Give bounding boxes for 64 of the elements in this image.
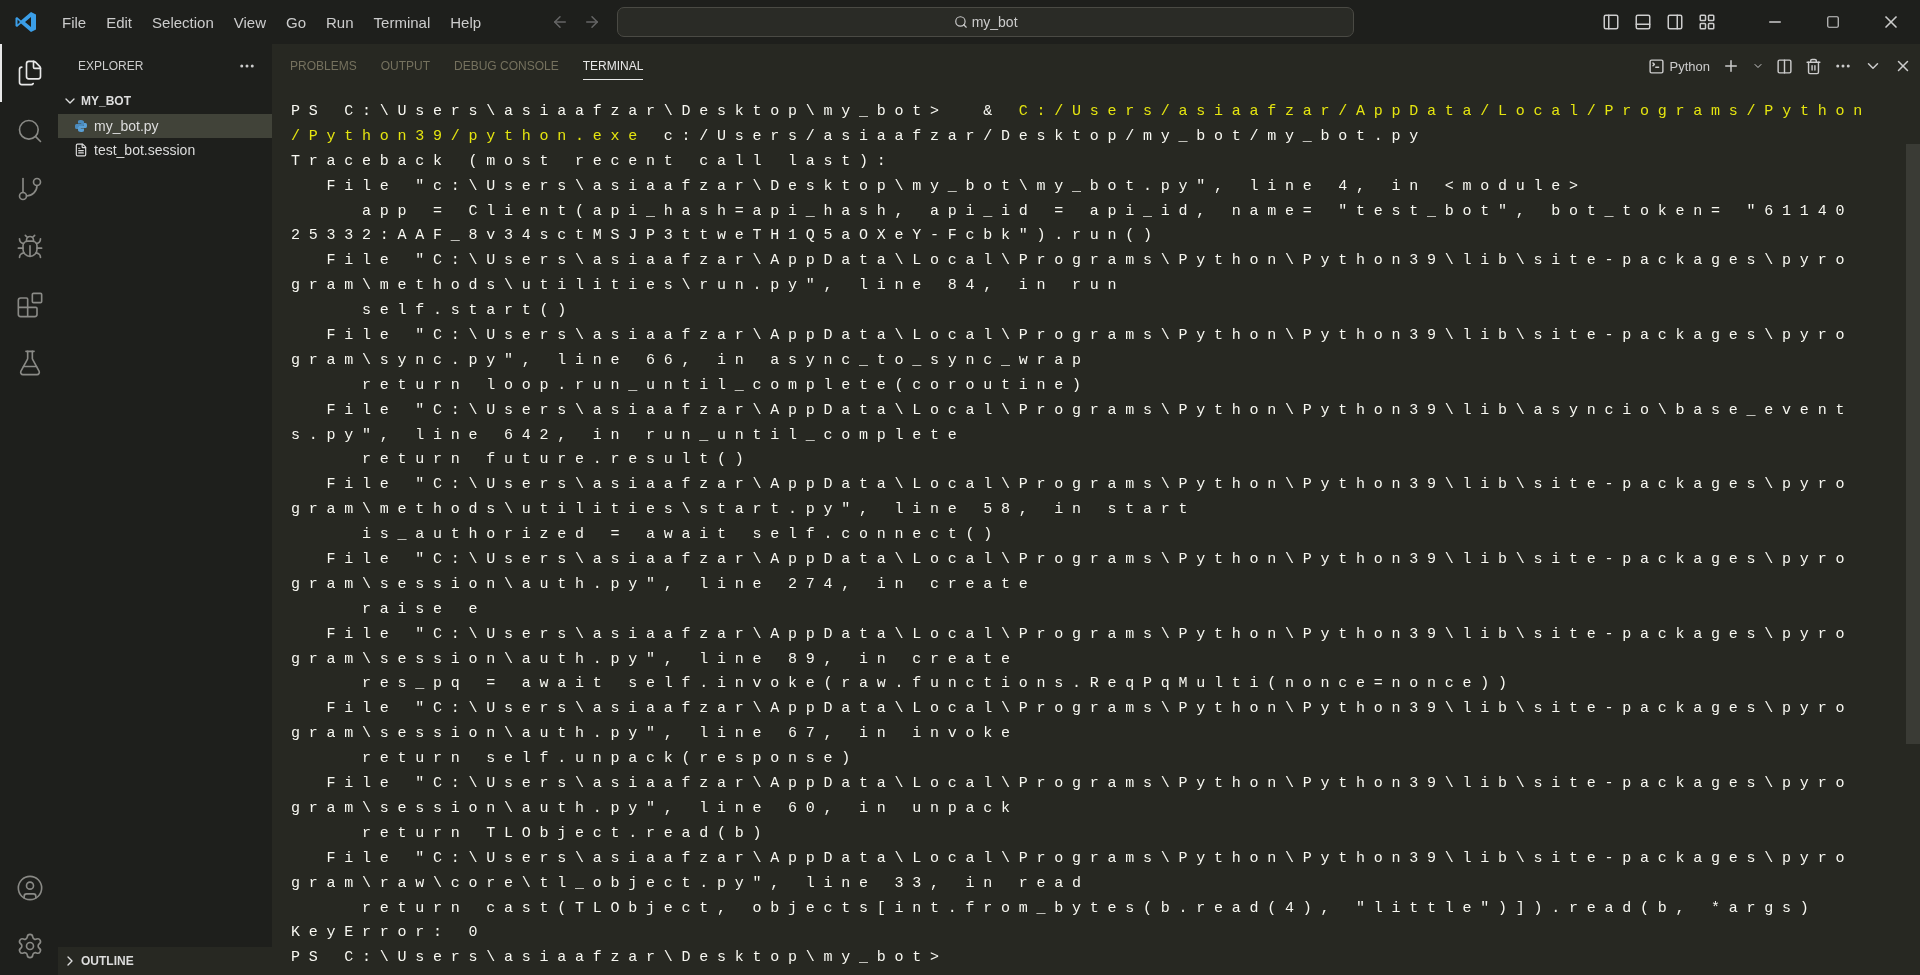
sidebar-title: EXPLORER [78, 59, 144, 73]
terminal-line: File "C:\Users\asiaafzar\AppData\Local\Programs\Python\Python39\lib\site-packages\pyro [325, 550, 1855, 571]
terminal-line: gram\session\auth.py", line 60, in unpack [291, 798, 1020, 819]
terminal-line: gram\sync.py", line 66, in async_to_sync_wrap [291, 350, 1091, 371]
sidebar-toggle-icon[interactable] [1602, 13, 1620, 31]
terminal-icon [1647, 57, 1665, 75]
secondary-sidebar-icon[interactable] [1666, 13, 1684, 31]
panel-tab[interactable]: TERMINAL [582, 52, 644, 80]
terminal-line: res_pq = await self.invoke(raw.functions.ReqPqMulti(nonce=nonce)) [361, 674, 1517, 695]
terminal-line: raise e [361, 599, 488, 620]
terminal-line: File "C:\Users\asiaafzar\AppData\Local\Programs\Python\Python39\lib\asyncio\base_event [325, 400, 1855, 421]
terminal-line: return self.unpack(response) [361, 749, 861, 770]
explorer-entry[interactable]: test_bot.session [58, 138, 272, 162]
terminal-line: File "c:\Users\asiaafzar\Desktop\my_bot\my_bot.py", line 4, in <module> [325, 176, 1588, 197]
terminal-line: app = Client(api_hash=api_hash, api_id = api_id, name= "test_bot", bot_token= "61140 [361, 201, 1855, 222]
menu-item[interactable]: Help [440, 9, 492, 35]
terminal-line: gram\session\auth.py", line 67, in invoke [291, 724, 1020, 745]
terminal-line: return loop.run_until_complete(coroutine) [361, 375, 1091, 396]
terminal-line: File "C:\Users\asiaafzar\AppData\Local\Programs\Python\Python39\lib\site-packages\pyro [325, 699, 1855, 720]
app-logo-icon [14, 10, 38, 34]
menu-item[interactable]: Go [276, 9, 316, 35]
terminal-line: File "C:\Users\asiaafzar\AppData\Local\Programs\Python\Python39\lib\site-packages\pyro [325, 326, 1855, 346]
outline-header[interactable]: OUTLINE [58, 947, 272, 975]
terminal-line: File "C:\Users\asiaafzar\AppData\Local\Programs\Python\Python39\lib\site-packages\pyro [325, 848, 1855, 869]
menu-item[interactable]: Terminal [363, 9, 441, 35]
split-icon[interactable] [1776, 57, 1793, 75]
terminal-line: gram\methods\utilities\run.py", line 84, in run [291, 276, 1127, 297]
terminal-line: s.py", line 642, in run_until_complete [291, 425, 967, 446]
terminal-line: /Python39/python.exe c:/Users/asiaafzar/Desktop/my_bot/my_bot.py [291, 126, 1429, 147]
terminal-line: gram\raw\core\tl_object.py", line 33, in read [291, 873, 1091, 894]
terminal-line: gram\session\auth.py", line 274, in create [291, 574, 1038, 595]
terminal-line: Traceback (most recent call last): [291, 151, 896, 172]
layout-icon[interactable] [1698, 13, 1716, 31]
terminal-line: File "C:\Users\asiaafzar\AppData\Local\Programs\Python\Python39\lib\site-packages\pyro [325, 475, 1855, 496]
terminal-line: return TLObject.read(b) [361, 823, 772, 844]
panel-toggle-icon[interactable] [1634, 13, 1652, 31]
restore-icon[interactable] [1826, 15, 1840, 29]
text-file-icon [74, 143, 88, 157]
terminal-line: PS C:\Users\asiaafzar\Desktop\my_bot> [291, 948, 949, 969]
terminal-line: KeyError: 0 [291, 923, 488, 944]
trash-icon[interactable] [1805, 57, 1822, 75]
folder-header[interactable]: MY_BOT [58, 88, 272, 114]
terminal-line: File "C:\Users\asiaafzar\AppData\Local\Programs\Python\Python39\lib\site-packages\pyro [325, 251, 1855, 272]
search-icon [953, 15, 968, 29]
menu-item[interactable]: Selection [142, 9, 224, 35]
terminal-line: self.start() [361, 301, 577, 322]
menu-item[interactable]: Run [316, 9, 364, 35]
menu-item[interactable]: View [223, 9, 276, 35]
terminal-line: is_authorized = await self.connect() [361, 525, 1003, 546]
terminal-line: return cast(TLObject, objects[int.from_bytes(b.read(4), "little")]).read(b, *args) [361, 898, 1819, 919]
terminal-line: 25332:AAF_8v34sctMSJP3ttweTH1Q5aOXeY-Fcbk").run() [291, 226, 1162, 247]
terminal-line: File "C:\Users\asiaafzar\AppData\Local\Programs\Python\Python39\lib\site-packages\pyro [325, 774, 1855, 795]
terminal-line: return future.result() [361, 450, 754, 471]
terminal-line: gram\methods\utilities\start.py", line 58, in start [291, 500, 1198, 521]
terminal-line: File "C:\Users\asiaafzar\AppData\Local\Programs\Python\Python39\lib\site-packages\pyro [325, 624, 1855, 645]
add-icon[interactable] [1722, 57, 1740, 75]
menu-item[interactable]: Edit [96, 9, 143, 35]
python-file-icon [74, 119, 88, 133]
terminal-selector[interactable]: Python [1647, 57, 1710, 75]
search-field[interactable]: my_bot [617, 7, 1355, 37]
terminal-line: gram\session\auth.py", line 89, in create [291, 649, 1020, 670]
terminal-line: PS C:\Users\asiaafzar\Desktop\my_bot> & C:/Users/asiaafzar/AppData/Local/Programs/Python [291, 102, 1872, 122]
explorer-entry[interactable]: my_bot.py [58, 114, 272, 138]
menu-item[interactable]: File [52, 9, 97, 35]
